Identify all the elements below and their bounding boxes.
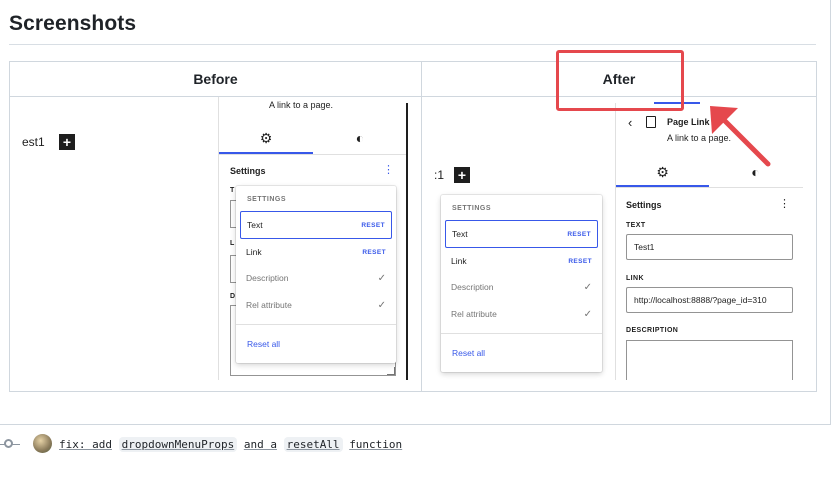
before-block-description: A link to a page. [269,100,334,110]
after-description-label: DESCRIPTION [626,327,679,334]
commit-code-dropdownmenuprops: dropdownMenuProps [118,437,238,452]
before-menu-item-rel-attribute[interactable]: Rel attribute ✓ [240,293,392,317]
before-hidden-label-l: L [230,240,235,247]
plus-icon: + [62,134,72,150]
before-menu-item-text[interactable]: Text RESET [240,211,392,239]
kebab-icon: ⋮ [383,164,394,176]
heading-rule [9,44,816,45]
after-canvas-text: :1 [434,168,445,182]
after-add-block-button[interactable]: + [454,167,470,183]
before-menu-separator [236,324,396,325]
after-back-button[interactable]: ‹ [628,115,632,130]
menu-item-reset[interactable]: RESET [568,258,592,265]
page-border-right [830,0,831,425]
column-header-before: Before [9,61,422,97]
before-add-block-button[interactable]: + [59,134,75,150]
before-sidebar: A link to a page. ⚙ ◐ Settings ⋮ T L D S… [218,97,407,380]
before-canvas-text: est1 [22,135,45,149]
menu-item-reset[interactable]: RESET [362,249,386,256]
before-options-kebab[interactable]: ⋮ [383,163,394,176]
after-text-label: TEXT [626,222,646,229]
commit-message-link[interactable]: fix: add dropdownMenuProps and a resetAl… [59,437,403,452]
menu-item-reset[interactable]: RESET [361,222,385,229]
before-editor-edge [406,103,408,380]
after-menu-heading: SETTINGS [452,205,492,212]
before-reset-all-button[interactable]: Reset all [247,339,280,349]
after-menu-item-rel-attribute[interactable]: Rel attribute ✓ [445,302,598,326]
before-tab-styles[interactable]: ◐ [313,130,407,146]
kebab-icon: ⋮ [779,198,790,210]
check-icon: ✓ [377,299,386,311]
before-menu-heading: SETTINGS [247,196,287,203]
annotation-arrow-icon [710,106,771,167]
check-icon: ✓ [377,272,386,284]
section-heading: Screenshots [9,12,137,35]
page-border-bottom [0,424,831,425]
menu-item-label: Rel attribute [246,300,292,310]
menu-item-label: Rel attribute [451,309,497,319]
after-tab-divider [616,187,803,188]
resize-handle-icon[interactable] [387,367,395,375]
before-menu-item-link[interactable]: Link RESET [240,240,392,264]
commit-code-resetall: resetAll [283,437,343,452]
after-menu-item-text[interactable]: Text RESET [445,220,598,248]
menu-item-label: Text [452,229,468,239]
after-text-field[interactable]: Test1 [626,234,793,260]
after-menu-item-description[interactable]: Description ✓ [445,275,598,299]
after-reset-all-button[interactable]: Reset all [452,348,485,358]
after-menu-item-link[interactable]: Link RESET [445,249,598,273]
menu-item-reset[interactable]: RESET [567,231,591,238]
commit-text-prefix: fix: add [59,438,112,451]
after-tab-settings[interactable]: ⚙ [616,164,709,181]
avatar[interactable] [33,434,52,453]
menu-item-label: Text [247,220,263,230]
page-icon [646,116,656,128]
gear-icon: ⚙ [259,130,273,146]
plus-icon: + [457,167,467,183]
menu-item-label: Description [451,282,494,292]
commit-text-middle: and a [243,438,277,451]
after-description-textarea[interactable] [626,340,793,380]
menu-item-label: Link [246,247,262,257]
commit-text-suffix: function [349,438,403,451]
after-menu-separator [441,333,602,334]
before-menu-item-description[interactable]: Description ✓ [240,266,392,290]
before-screenshot: est1 + A link to a page. ⚙ ◐ Settings ⋮ … [9,96,422,392]
annotation-highlight-box [556,50,684,111]
menu-item-label: Description [246,273,289,283]
before-tab-settings[interactable]: ⚙ [219,130,313,147]
after-settings-dropdown: SETTINGS Text RESET Link RESET Descripti… [441,195,602,372]
before-settings-dropdown: SETTINGS Text RESET Link RESET Descripti… [236,186,396,363]
before-hidden-label-t: T [230,187,235,194]
before-panel-title: Settings [230,166,266,176]
after-panel-title: Settings [626,200,662,210]
screenshots-table: Before After est1 + A link to a page. ⚙ … [9,61,817,392]
after-link-field[interactable]: http://localhost:8888/?page_id=310 [626,287,793,313]
before-tab-divider [219,154,407,155]
gear-icon: ⚙ [656,164,669,180]
chevron-left-icon: ‹ [628,115,633,130]
check-icon: ✓ [583,281,592,293]
commit-node-icon [4,439,13,448]
before-hidden-label-d: D [230,293,236,300]
after-link-label: LINK [626,275,644,282]
menu-item-label: Link [451,256,467,266]
after-options-kebab[interactable]: ⋮ [779,197,790,210]
check-icon: ✓ [583,308,592,320]
contrast-icon: ◐ [355,130,365,146]
